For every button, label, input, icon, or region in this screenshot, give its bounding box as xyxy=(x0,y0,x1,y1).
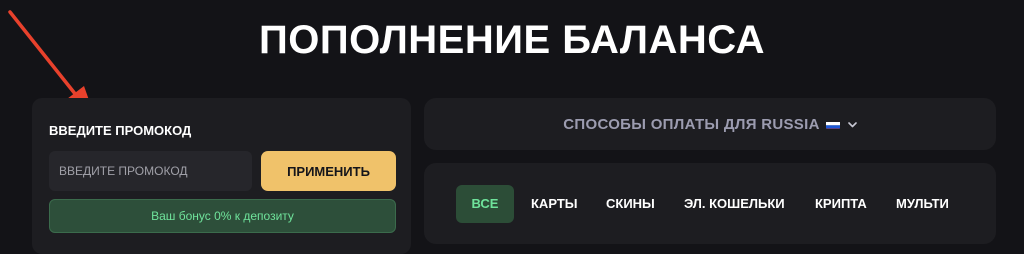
promo-panel: ВВЕДИТЕ ПРОМОКОД ПРИМЕНИТЬ Ваш бонус 0% … xyxy=(32,98,411,254)
tab-all[interactable]: ВСЕ xyxy=(456,185,514,223)
payment-category-tabs: ВСЕ КАРТЫ СКИНЫ ЭЛ. КОШЕЛЬКИ КРИПТА МУЛЬ… xyxy=(424,163,996,244)
page-title: ПОПОЛНЕНИЕ БАЛАНСА xyxy=(258,18,765,62)
tab-cards[interactable]: КАРТЫ xyxy=(531,185,578,223)
tab-e-wallets[interactable]: ЭЛ. КОШЕЛЬКИ xyxy=(684,185,785,223)
bonus-status-badge: Ваш бонус 0% к депозиту xyxy=(49,199,396,233)
promo-label: ВВЕДИТЕ ПРОМОКОД xyxy=(49,123,192,138)
tab-skins[interactable]: СКИНЫ xyxy=(606,185,655,223)
payment-methods-label: СПОСОБЫ ОПЛАТЫ ДЛЯ RUSSIA xyxy=(563,115,820,133)
promo-code-input[interactable] xyxy=(49,151,252,191)
tab-crypto[interactable]: КРИПТА xyxy=(815,185,867,223)
chevron-down-icon xyxy=(847,115,857,133)
russia-flag-icon xyxy=(825,119,840,129)
tab-multi[interactable]: МУЛЬТИ xyxy=(896,185,949,223)
payment-methods-dropdown[interactable]: СПОСОБЫ ОПЛАТЫ ДЛЯ RUSSIA xyxy=(424,98,996,150)
apply-promo-button[interactable]: ПРИМЕНИТЬ xyxy=(261,151,396,191)
